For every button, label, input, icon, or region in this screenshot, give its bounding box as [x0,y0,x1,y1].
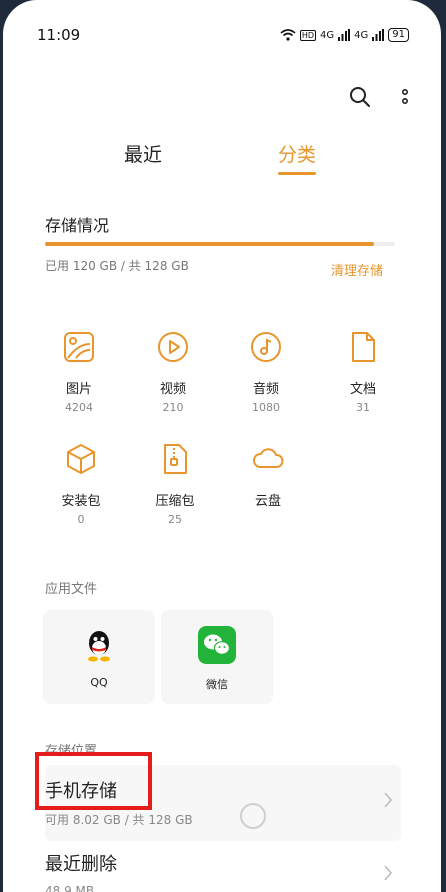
category-label: 视频 [159,382,186,397]
category-count: 31 [356,401,370,414]
storage-usage-text: 已用 120 GB / 共 128 GB [45,259,189,273]
tab-bar: 最近 分类 [3,140,441,180]
status-bar: 11:09 HD 4G 4G 91 [3,0,441,70]
category-archives[interactable]: 压缩包 25 [135,442,215,526]
audio-icon [251,332,281,362]
storage-usage-fill [45,242,374,246]
category-label: 文档 [349,382,376,397]
network-4g-1: 4G [320,29,335,41]
phone-screen: 11:09 HD 4G 4G 91 最近 分类 存储情况 已用 120 GB /… [3,0,441,892]
image-icon [64,332,94,362]
category-label: 音频 [252,382,279,397]
chevron-right-icon [384,792,393,808]
wifi-icon [280,29,296,41]
storage-title: 存储情况 [45,216,110,235]
status-time: 11:09 [37,26,81,44]
tab-recent[interactable]: 最近 [124,140,162,167]
recently-deleted-row[interactable]: 最近删除 48.9 MB [45,846,401,892]
category-label: 安装包 [61,494,101,509]
category-count: 4204 [65,401,93,414]
row-title: 最近删除 [45,854,117,875]
app-tile-qq[interactable]: QQ [43,610,155,704]
row-subtitle: 48.9 MB [45,884,95,892]
network-4g-2: 4G [354,29,369,41]
top-action-bar [349,86,409,108]
storage-usage-bar [45,242,395,246]
category-count: 0 [77,513,85,526]
qq-icon [88,631,110,662]
document-icon [352,332,375,362]
tab-active-indicator [278,172,316,175]
category-audio[interactable]: 音频 1080 [226,330,306,414]
signal-icon-1 [338,29,351,41]
app-files-title: 应用文件 [45,582,98,597]
hd-badge: HD [299,29,317,41]
row-subtitle: 可用 8.02 GB / 共 128 GB [45,813,193,827]
cloud-icon [253,448,284,468]
category-videos[interactable]: 视频 210 [133,330,213,414]
signal-icon-2 [372,29,385,41]
battery-icon: 91 [388,28,409,42]
app-name: 微信 [206,678,228,691]
package-icon [67,444,95,474]
category-images[interactable]: 图片 4204 [39,330,119,414]
wechat-icon [198,626,236,664]
more-options-icon[interactable] [401,86,409,108]
app-tile-wechat[interactable]: 微信 [161,610,273,704]
category-packages[interactable]: 安装包 0 [41,442,121,526]
category-cloud[interactable]: 云盘 [228,442,308,509]
touch-indicator [240,803,266,829]
app-name: QQ [90,676,108,689]
chevron-right-icon [384,865,393,881]
category-label: 图片 [65,382,92,397]
tab-category[interactable]: 分类 [278,140,316,167]
category-count: 1080 [252,401,280,414]
search-icon[interactable] [349,86,371,108]
category-documents[interactable]: 文档 31 [323,330,403,414]
category-label: 云盘 [254,494,281,509]
clean-storage-button[interactable]: 清理存储 [331,260,383,279]
category-count: 25 [168,513,182,526]
category-count: 210 [162,401,184,414]
video-icon [158,332,188,362]
status-icons: HD 4G 4G 91 [280,28,409,42]
zip-icon [164,444,187,474]
highlight-box [35,752,152,810]
category-label: 压缩包 [155,494,195,509]
